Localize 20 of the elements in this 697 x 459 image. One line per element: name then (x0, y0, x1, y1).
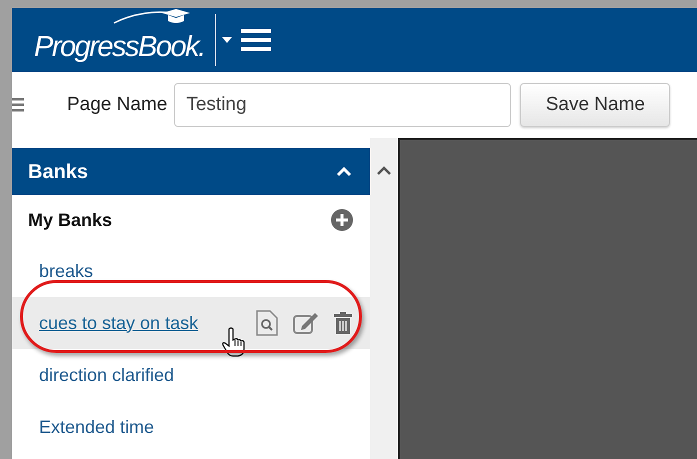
hand-cursor-icon (222, 327, 246, 357)
chevron-up-icon[interactable] (377, 166, 391, 175)
document-search-icon[interactable] (255, 310, 279, 336)
page-name-label: Page Name (67, 92, 168, 117)
graduation-cap-icon (112, 6, 192, 26)
section-heading: My Banks (28, 208, 112, 232)
bank-link[interactable]: direction clarified (39, 362, 174, 388)
logo-text[interactable]: ProgressBook. (34, 32, 205, 62)
bank-link[interactable]: Extended time (39, 414, 154, 440)
menu-icon[interactable] (240, 28, 271, 52)
trash-icon[interactable] (333, 312, 353, 334)
panel-title: Banks (28, 160, 88, 184)
caret-down-icon[interactable] (222, 37, 232, 43)
save-name-button[interactable]: Save Name (520, 83, 670, 127)
page-name-field[interactable]: Testing (174, 83, 512, 127)
menu-icon[interactable] (12, 98, 24, 112)
edit-icon[interactable] (293, 312, 319, 334)
bank-link[interactable]: breaks (39, 258, 94, 284)
bank-link[interactable]: cues to stay on task (39, 310, 198, 336)
add-icon[interactable] (331, 209, 353, 231)
